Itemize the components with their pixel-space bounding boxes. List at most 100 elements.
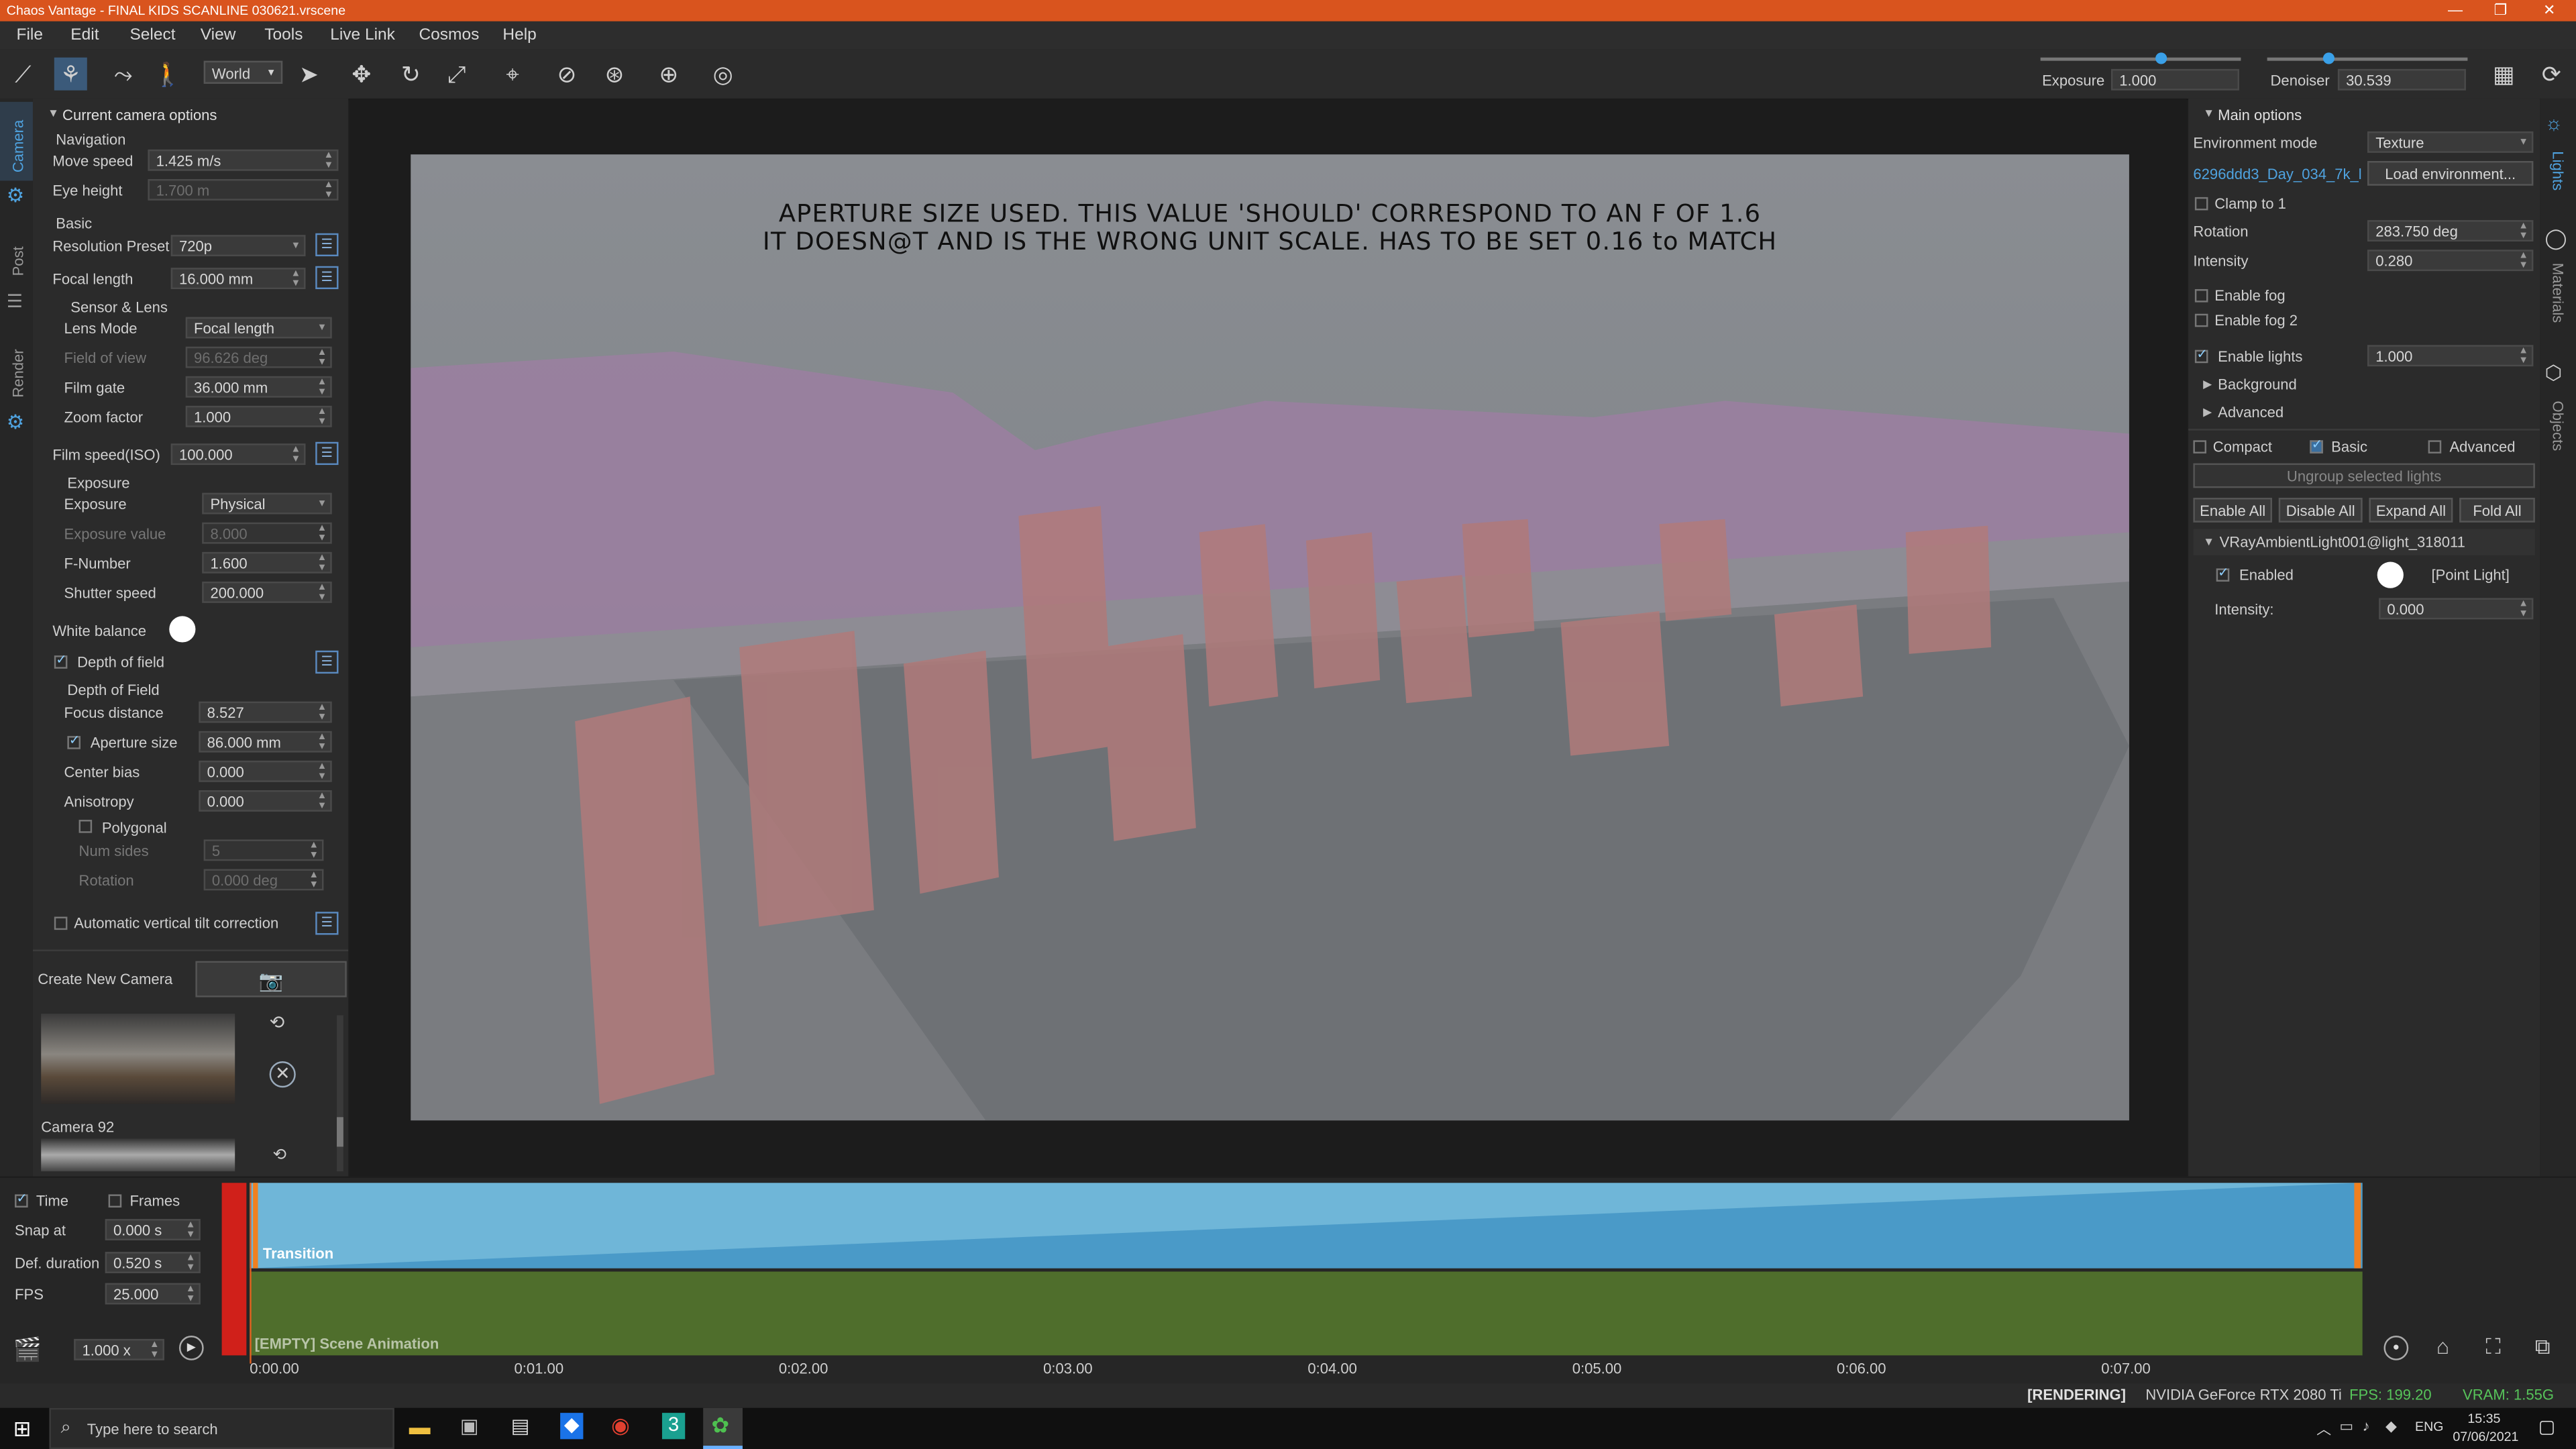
polygonal-checkbox[interactable] [78,820,93,833]
light-intensity-input[interactable]: 0.000 ▲ ▼ [2379,598,2534,620]
load-environment-button[interactable]: Load environment... [2367,161,2534,186]
camera-sync-icon-2[interactable]: ⟲ [273,1146,287,1165]
scene-animation-track[interactable]: [EMPTY] Scene Animation [250,1271,2363,1356]
white-balance-swatch[interactable] [169,616,196,643]
denoiser-slider-handle[interactable] [2322,52,2334,64]
enable-all-button[interactable]: Enable All [2193,498,2272,523]
depth-of-field-checkbox[interactable] [54,652,68,669]
focal-length-input[interactable]: 16.000 mm ▲ ▼ [170,268,306,290]
fullscreen-icon[interactable]: ⛶ [2485,1334,2500,1360]
scale-tool-icon[interactable]: ⤢ [440,58,473,91]
camera-thumbnail-2[interactable] [41,1138,235,1172]
windows-start-icon[interactable]: ⊞ [13,1416,32,1442]
transition-start-handle[interactable] [253,1183,258,1269]
advanced-section[interactable]: Advanced [2218,404,2284,420]
view-advanced-radio[interactable] [2428,440,2442,453]
menu-live-link[interactable]: Live Link [330,21,395,50]
tab-lights[interactable]: Lights [2550,151,2566,191]
f-number-input[interactable]: 1.600 ▲ ▼ [202,551,332,574]
camera-sync-icon[interactable]: ⟲ [270,1012,285,1033]
enable-lights-checkbox[interactable] [2194,347,2208,364]
language-indicator[interactable]: ENG [2415,1419,2443,1434]
lens-mode-select[interactable]: Focal length ▼ [185,317,332,339]
background-expand-icon[interactable]: ▶ [2203,378,2212,391]
fly-mode-icon[interactable]: ⤳ [107,58,140,91]
tray-chevron-icon[interactable]: ︿ [2316,1417,2331,1439]
disable-all-button[interactable]: Disable All [2278,498,2363,523]
film-gate-input[interactable]: 36.000 mm ▲ ▼ [185,376,332,398]
center-bias-input[interactable]: 0.000 ▲ ▼ [199,760,332,782]
advanced-expand-icon[interactable]: ▶ [2203,406,2212,419]
move-tool-icon[interactable]: ✥ [345,58,378,91]
menu-cosmos[interactable]: Cosmos [419,21,479,50]
render-region-icon[interactable]: ▦ [2487,58,2520,91]
focal-length-list-icon[interactable]: ☰ [315,266,339,290]
transition-end-handle[interactable] [2354,1183,2361,1269]
hdri-file-link[interactable]: 6296ddd3_Day_034_7k_li [2193,166,2362,182]
default-duration-input[interactable]: 0.520 s ▲ ▼ [105,1252,201,1273]
eye-height-input[interactable]: 1.700 m ▲ ▼ [148,178,339,201]
polygon-rotation-input[interactable]: 0.000 deg ▲ ▼ [203,869,324,891]
measure-tool-icon[interactable]: ⊘ [550,58,583,91]
orbit-mode-icon[interactable]: ⚘ [54,57,87,91]
refresh-icon[interactable]: ⟳ [2535,58,2568,91]
menu-view[interactable]: View [201,21,236,50]
depth-of-field-list-icon[interactable]: ☰ [315,650,339,674]
camera-panel-header[interactable]: Current camera options [62,107,217,123]
notifications-icon[interactable]: ▢ [2538,1416,2555,1437]
field-of-view-input[interactable]: 96.626 deg ▲ ▼ [185,346,332,368]
menu-help[interactable]: Help [502,21,536,50]
walk-mode-icon[interactable]: 🚶 [151,58,184,91]
light-enabled-checkbox[interactable] [2216,565,2230,582]
exposure-mode-select[interactable]: Physical ▼ [202,492,332,515]
tray-volume-icon[interactable]: ♪ [2363,1417,2370,1434]
tab-camera[interactable]: Camera [10,120,26,172]
enable-lights-input[interactable]: 1.000 ▲ ▼ [2367,345,2534,367]
environment-mode-select[interactable]: Texture ▼ [2367,131,2534,153]
view-basic-radio[interactable] [2310,437,2323,453]
tab-post[interactable]: Post [10,246,26,276]
background-section[interactable]: Background [2218,376,2297,392]
select-tool-icon[interactable]: ➤ [292,58,325,91]
taskbar-search-box[interactable]: ⌕ Type here to search [49,1407,394,1449]
fold-all-button[interactable]: Fold All [2459,498,2535,523]
focus-distance-input[interactable]: 8.527 ▲ ▼ [199,701,332,723]
playback-speed-input[interactable]: 1.000 x ▲ ▼ [74,1338,164,1360]
clock-date[interactable]: 07/06/2021 [2453,1430,2518,1444]
app-icon[interactable]: ▤ [511,1415,530,1438]
coordinate-space-select[interactable]: World ▼ [203,60,283,84]
menu-file[interactable]: File [16,21,42,50]
create-camera-button[interactable]: 📷 [195,961,347,998]
render-sequence-icon[interactable]: ⧉ [2535,1334,2551,1360]
rotate-tool-icon[interactable]: ↻ [394,58,427,91]
enable-fog-checkbox[interactable] [2194,289,2208,303]
anisotropy-input[interactable]: 0.000 ▲ ▼ [199,790,332,812]
light-color-swatch[interactable] [2377,561,2404,588]
dropbox-icon[interactable]: ◆ [560,1413,584,1440]
auto-tilt-list-icon[interactable]: ☰ [315,912,339,935]
zoom-factor-input[interactable]: 1.000 ▲ ▼ [185,405,332,427]
camera-list-scroll-thumb[interactable] [337,1117,343,1147]
play-icon[interactable]: ▶ [178,1336,204,1360]
maximize-button[interactable]: ❐ [2494,0,2508,21]
frames-radio[interactable] [108,1194,122,1208]
clamp-checkbox[interactable] [2194,197,2208,211]
aperture-size-checkbox[interactable] [67,733,81,749]
main-options-header[interactable]: Main options [2218,107,2302,123]
denoiser-slider[interactable] [2267,57,2468,61]
timeline-start-marker[interactable] [221,1183,247,1356]
delete-camera-icon[interactable]: ✕ [269,1061,296,1088]
exposure-value-input[interactable]: 8.000 ▲ ▼ [202,522,332,544]
menu-select[interactable]: Select [129,21,175,50]
exposure-slider[interactable] [2040,57,2241,61]
exposure-input[interactable]: 1.000 [2110,68,2239,91]
snap-tool-icon[interactable]: ⌖ [496,58,529,91]
aperture-size-input[interactable]: 86.000 mm ▲ ▼ [199,731,332,753]
minimize-button[interactable]: — [2448,0,2463,21]
shutter-speed-input[interactable]: 200.000 ▲ ▼ [202,581,332,603]
app-icon[interactable]: 3 [661,1413,686,1440]
enable-fog2-checkbox[interactable] [2194,313,2208,327]
time-radio[interactable] [15,1191,28,1208]
material-picker-icon[interactable]: ⊛ [598,58,631,91]
snap-at-input[interactable]: 0.000 s ▲ ▼ [105,1219,201,1240]
